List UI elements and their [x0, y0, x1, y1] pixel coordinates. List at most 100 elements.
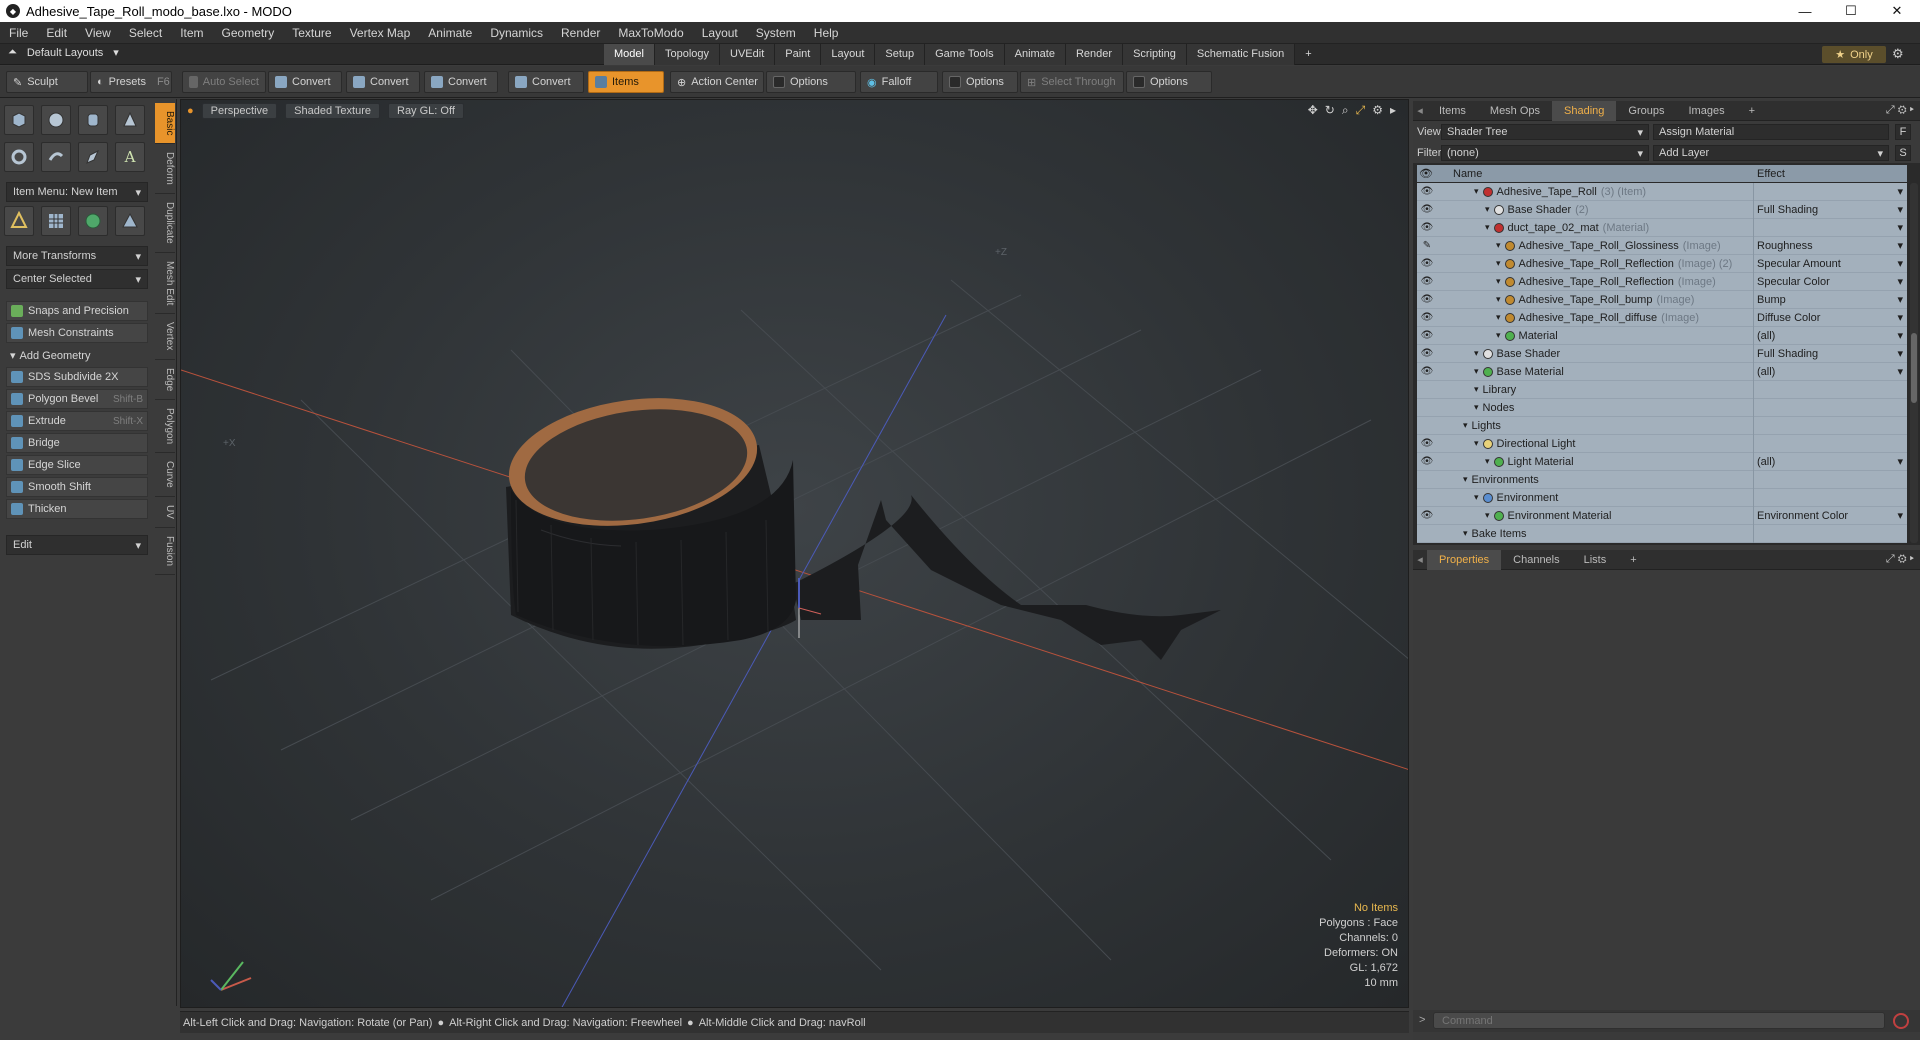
tab-render[interactable]: Render — [1065, 44, 1124, 65]
convert-vertex-button[interactable]: Convert — [268, 71, 342, 93]
tab-uvedit[interactable]: UVEdit — [720, 44, 776, 65]
expand-icon[interactable]: ⤢ — [1886, 104, 1895, 116]
tube-icon[interactable] — [41, 142, 71, 172]
gear-icon[interactable]: ⚙ — [1892, 46, 1904, 62]
effect-cell[interactable]: (all) ▾ — [1753, 452, 1907, 471]
cylinder-icon[interactable] — [78, 105, 108, 135]
add-tab-button[interactable]: + — [1295, 44, 1321, 65]
view-type-button[interactable]: Perspective — [201, 103, 278, 119]
effect-cell[interactable]: ▾ — [1753, 182, 1907, 201]
effect-cell[interactable]: Full Shading ▾ — [1753, 200, 1907, 219]
menu-animate[interactable]: Animate — [419, 26, 481, 40]
menu-geometry[interactable]: Geometry — [213, 26, 284, 40]
expand-arrow-icon[interactable]: ▾ — [1463, 420, 1468, 431]
arrow-right-icon[interactable]: ▸ — [1910, 104, 1914, 116]
expand-arrow-icon[interactable]: ▾ — [1496, 330, 1501, 341]
snaps-button[interactable]: Snaps and Precision — [6, 301, 148, 321]
shader-tree-row[interactable]: ▾ Environments — [1417, 470, 1907, 489]
effect-cell[interactable]: ▾ — [1753, 218, 1907, 237]
effect-cell[interactable] — [1753, 470, 1907, 489]
tab-schematic-fusion[interactable]: Schematic Fusion — [1186, 44, 1296, 65]
visibility-eye-icon[interactable]: 👁 — [1420, 291, 1434, 309]
panel-menu-icon[interactable]: ◂ — [1413, 104, 1427, 117]
viewport-settings-icon[interactable]: ⚙ — [1372, 103, 1383, 118]
expand-arrow-icon[interactable]: ▾ — [1463, 528, 1468, 539]
fit-view-icon[interactable]: ⤢ — [1356, 103, 1366, 118]
mesh-constraints-button[interactable]: Mesh Constraints — [6, 323, 148, 343]
gear-icon[interactable]: ⚙ — [1898, 553, 1907, 565]
shader-tree-row[interactable]: ▾ Library — [1417, 380, 1907, 399]
vtab-polygon[interactable]: Polygon — [155, 400, 175, 454]
tab-groups[interactable]: Groups — [1616, 101, 1676, 121]
expand-arrow-icon[interactable]: ▾ — [1463, 474, 1468, 485]
only-button[interactable]: ★ Only — [1822, 46, 1886, 63]
effect-cell[interactable] — [1753, 524, 1907, 543]
effect-cell[interactable]: Bump ▾ — [1753, 290, 1907, 309]
expand-arrow-icon[interactable]: ▾ — [1474, 186, 1479, 197]
expand-arrow-icon[interactable]: ▾ — [1474, 492, 1479, 503]
sculpt-button[interactable]: ✎ Sculpt — [6, 71, 88, 93]
shader-tree-row[interactable]: ▾ Lights — [1417, 416, 1907, 435]
grid-icon[interactable] — [41, 206, 71, 236]
presets-button[interactable]: ◐ Presets F6 — [90, 71, 172, 93]
shading-mode-button[interactable]: Shaded Texture — [285, 103, 380, 119]
pen-icon[interactable] — [78, 142, 108, 172]
expand-arrow-icon[interactable]: ▾ — [1496, 240, 1501, 251]
shader-tree-row[interactable]: 👁 ▾ Base Material (all) ▾ — [1417, 362, 1907, 381]
shader-tree-row[interactable]: 👁 ▾ Base Shader (2) Full Shading ▾ — [1417, 200, 1907, 219]
visibility-eye-icon[interactable]: 👁 — [1420, 273, 1434, 291]
shader-tree-row[interactable]: 👁 ▾ Base Shader Full Shading ▾ — [1417, 344, 1907, 363]
torus-icon[interactable] — [4, 142, 34, 172]
close-button[interactable]: ✕ — [1874, 0, 1920, 22]
menu-help[interactable]: Help — [805, 26, 848, 40]
expand-arrow-icon[interactable]: ▾ — [1474, 348, 1479, 359]
effect-cell[interactable]: Diffuse Color ▾ — [1753, 308, 1907, 327]
visibility-eye-icon[interactable]: 👁 — [1420, 507, 1434, 525]
vtab-edge[interactable]: Edge — [155, 360, 175, 401]
shader-tree-row[interactable]: 👁 ▾ Directional Light — [1417, 434, 1907, 453]
menu-item[interactable]: Item — [171, 26, 212, 40]
vtab-mesh-edit[interactable]: Mesh Edit — [155, 253, 175, 315]
scrollbar-thumb[interactable] — [1911, 333, 1917, 403]
item-menu-dropdown[interactable]: Item Menu: New Item ▾ — [6, 182, 148, 202]
vtab-fusion[interactable]: Fusion — [155, 528, 175, 575]
visibility-eye-icon[interactable]: 👁 — [1420, 453, 1434, 471]
expand-arrow-icon[interactable]: ▾ — [1474, 384, 1479, 395]
expand-arrow-icon[interactable]: ▾ — [1485, 204, 1490, 215]
command-input[interactable] — [1433, 1012, 1885, 1029]
options-button-1[interactable]: Options — [766, 71, 856, 93]
tab-images[interactable]: Images — [1677, 101, 1737, 121]
visibility-eye-icon[interactable] — [1420, 381, 1434, 399]
menu-maxtomodo[interactable]: MaxToModo — [609, 26, 692, 40]
tab-animate[interactable]: Animate — [1004, 44, 1066, 65]
menu-edit[interactable]: Edit — [37, 26, 76, 40]
view-select[interactable]: Shader Tree ▾ — [1441, 124, 1649, 140]
thicken-button[interactable]: Thicken — [6, 499, 148, 519]
shader-tree-row[interactable]: 👁 ▾ duct_tape_02_mat (Material) ▾ — [1417, 218, 1907, 237]
menu-view[interactable]: View — [76, 26, 120, 40]
shader-tree-row[interactable]: 👁 ▾ Adhesive_Tape_Roll_bump (Image) Bump ▾ — [1417, 290, 1907, 309]
add-tab-button[interactable]: + — [1737, 101, 1767, 121]
name-column-header[interactable]: Name — [1453, 168, 1482, 180]
convert-material-button[interactable]: Convert — [508, 71, 584, 93]
tab-model[interactable]: Model — [604, 44, 655, 65]
raygl-button[interactable]: Ray GL: Off — [388, 103, 464, 119]
arrow-right-icon[interactable]: ▸ — [1910, 553, 1914, 565]
brush-icon[interactable]: ✎ — [1420, 237, 1434, 255]
shader-tree-row[interactable]: 👁 ▾ Adhesive_Tape_Roll (3) (Item) ▾ — [1417, 182, 1907, 201]
add-layer-dropdown[interactable]: Add Layer ▾ — [1653, 145, 1889, 161]
expand-arrow-icon[interactable]: ▾ — [1496, 276, 1501, 287]
effect-cell[interactable] — [1753, 380, 1907, 399]
expand-arrow-icon[interactable]: ▾ — [1474, 402, 1479, 413]
effect-cell[interactable] — [1753, 434, 1907, 453]
visibility-eye-icon[interactable]: 👁 — [1420, 345, 1434, 363]
vtab-uv[interactable]: UV — [155, 497, 175, 528]
expand-arrow-icon[interactable]: ▾ — [1485, 510, 1490, 521]
shader-tree-row[interactable]: ▾ Environment — [1417, 488, 1907, 507]
visibility-eye-icon[interactable] — [1420, 417, 1434, 435]
options-button-2[interactable]: Options — [942, 71, 1018, 93]
effect-column-header[interactable]: Effect — [1757, 168, 1785, 180]
tab-setup[interactable]: Setup — [875, 44, 926, 65]
3d-viewport[interactable]: +Z +X ● Perspective Shaded Texture Ray G… — [180, 99, 1409, 1008]
vtab-vertex[interactable]: Vertex — [155, 314, 175, 360]
